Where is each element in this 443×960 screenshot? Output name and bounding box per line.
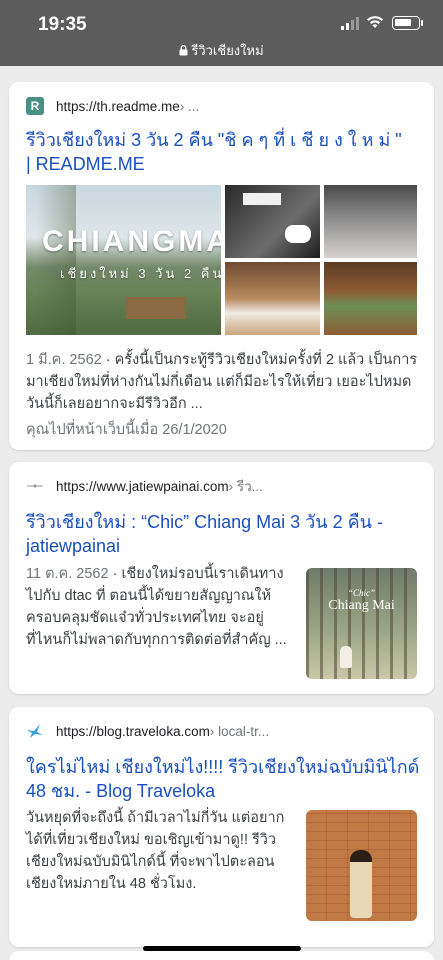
result-domain: https://blog.traveloka.com — [56, 723, 210, 739]
result-path: › ... — [179, 98, 200, 114]
result-path: › รีว... — [228, 479, 263, 494]
wifi-icon — [367, 16, 383, 28]
cafe-sign — [243, 193, 281, 205]
url-bar[interactable]: รีวิวเชียงใหม่ — [0, 40, 443, 61]
thumbnail-text: “Chic” — [347, 588, 375, 598]
result-source[interactable]: https://www.jatiewpainai.com › รีว... — [26, 476, 263, 496]
result-date: 11 ต.ค. 2562 — [26, 566, 109, 582]
result-snippet: 11 ต.ค. 2562 · เชียงใหม่รอบนี้เราเดินทาง… — [26, 566, 287, 648]
battery-icon — [392, 16, 420, 30]
image-overlay-subtext: เชียงใหม่ 3 วัน 2 คืน — [60, 266, 221, 281]
url-text: รีวิวเชียงใหม่ — [191, 43, 264, 58]
search-result-card: https://www.jatiewpainai.com › รีว... รี… — [9, 462, 434, 694]
cafe-sign-round — [285, 225, 311, 243]
status-bar: 19:35 รีวิวเชียงใหม่ — [0, 0, 443, 66]
chiang-mai-river-image[interactable]: CHIANGMA เชียงใหม่ 3 วัน 2 คืน — [26, 185, 221, 335]
result-source[interactable]: R https://th.readme.me › ... — [26, 96, 199, 116]
cafe-interior-image[interactable] — [324, 185, 417, 258]
result-source[interactable]: https://blog.traveloka.com › local-tr... — [26, 721, 269, 741]
image-overlay-text: CHIANGMA — [42, 225, 221, 258]
image-grid[interactable]: CHIANGMA เชียงใหม่ 3 วัน 2 คืน — [26, 185, 417, 335]
result-title-link[interactable]: ใครไม่ไหม่ เชียงใหม่ไง!!!! รีวิวเชียงใหม… — [26, 755, 421, 803]
signal-icon — [341, 17, 359, 30]
person-figure — [340, 646, 352, 668]
traveloka-bird-icon — [26, 722, 44, 740]
result-domain: https://th.readme.me — [56, 98, 180, 114]
forest-thumbnail[interactable]: “Chic” Chiang Mai — [306, 568, 417, 679]
clock: 19:35 — [38, 14, 87, 35]
home-indicator[interactable] — [143, 946, 301, 951]
result-title-link[interactable]: รีวิวเชียงใหม่ 3 วัน 2 คืน "ชิ ค ๆ ที่ เ… — [26, 128, 406, 176]
next-result-card — [9, 951, 434, 960]
search-result-card: https://blog.traveloka.com › local-tr...… — [9, 707, 434, 947]
result-snippet-text: วันหยุดที่จะถึงนี้ ถ้ามีเวลาไม่กี่วัน แต… — [26, 810, 285, 892]
tree-shadow — [36, 185, 76, 335]
visited-note: คุณไปที่หน้าเว็บนี้เมื่อ 26/1/2020 — [26, 422, 227, 438]
hotel-bedroom-image[interactable] — [225, 262, 320, 335]
readme-favicon-icon: R — [26, 97, 44, 115]
search-result-card: R https://th.readme.me › ... รีวิวเชียงใ… — [9, 82, 434, 450]
lock-icon — [179, 45, 188, 56]
cafe-storefront-image[interactable] — [225, 185, 320, 258]
tree-trunks — [306, 568, 417, 679]
result-title-link[interactable]: รีวิวเชียงใหม่ : “Chic” Chiang Mai 3 วัน… — [26, 510, 401, 558]
thumbnail-title: Chiang Mai — [328, 598, 395, 613]
wooden-window-image[interactable] — [324, 262, 417, 335]
result-path: › local-tr... — [209, 723, 270, 739]
jatiewpainai-favicon-icon — [26, 477, 44, 495]
result-snippet: วันหยุดที่จะถึงนี้ ถ้ามีเวลาไม่กี่วัน แต… — [26, 807, 294, 895]
result-domain: https://www.jatiewpainai.com — [56, 478, 229, 494]
result-snippet: 1 มี.ค. 2562 · ครั้งนี้เป็นกระทู้รีวิวเช… — [26, 352, 418, 412]
brick-wall-thumbnail[interactable] — [306, 810, 417, 921]
battery-cap — [421, 20, 423, 26]
result-date: 1 มี.ค. 2562 — [26, 352, 102, 368]
wooden-deck — [126, 297, 186, 319]
person-figure — [350, 850, 372, 918]
